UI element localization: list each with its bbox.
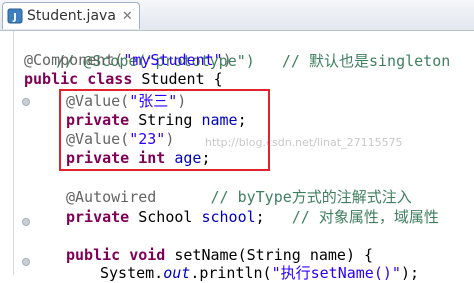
keyword: void — [129, 246, 166, 264]
keyword: class — [87, 70, 133, 88]
tab-student-java[interactable]: J Student.java ✕ — [2, 2, 140, 29]
call-end: ); — [400, 264, 419, 282]
class-ref: System. — [100, 264, 164, 282]
type-name: School — [129, 208, 202, 226]
annotation-close: ) — [222, 51, 232, 69]
close-icon[interactable]: ✕ — [122, 9, 133, 24]
code-line-3: public class Student { — [24, 69, 223, 89]
fold-marker-icon[interactable] — [22, 258, 30, 266]
code-line-2: @Component("myStudent") — [24, 50, 232, 70]
string-literal: "执行setName()" — [271, 264, 401, 282]
code-line-10: public void setName(String name) { — [66, 245, 373, 265]
watermark: http://blog.csdn.net/linat_27115575 — [205, 136, 403, 149]
method-signature: setName(String name) { — [165, 246, 374, 264]
gutter-divider — [13, 31, 14, 275]
comment: // 对象属性，域属性 — [291, 208, 439, 226]
code-line-11: System.out.println("执行setName()"); — [100, 263, 419, 283]
keyword: public — [66, 246, 121, 264]
code-line-1: // @Scope("prototype") // 默认也是singleton — [20, 31, 450, 70]
string-literal: "myStudent" — [123, 51, 223, 69]
fold-marker-icon[interactable] — [22, 98, 30, 106]
annotation: @Autowired — [66, 188, 157, 206]
java-class-file-icon: J — [7, 8, 23, 24]
annotation: @Component( — [24, 51, 124, 69]
field-name: school — [201, 208, 256, 226]
red-highlight-box — [59, 89, 270, 171]
class-name: Student { — [132, 70, 223, 88]
fold-marker-icon[interactable] — [22, 218, 30, 226]
editor-tab-bar: J Student.java ✕ — [0, 0, 474, 31]
keyword: private — [66, 208, 130, 226]
comment: // byType方式的注解式注入 — [210, 188, 412, 206]
static-field: out — [163, 264, 191, 282]
semicolon: ; — [255, 208, 265, 226]
tab-label: Student.java — [27, 8, 116, 24]
method-call: .println( — [190, 264, 272, 282]
code-editor[interactable]: // @Scope("prototype") // 默认也是singleton … — [0, 31, 474, 282]
svg-text:J: J — [12, 12, 17, 23]
code-line-9: private School school; // 对象属性，域属性 — [66, 207, 439, 227]
code-line-8: @Autowired // byType方式的注解式注入 — [66, 187, 412, 207]
keyword: public — [24, 70, 79, 88]
